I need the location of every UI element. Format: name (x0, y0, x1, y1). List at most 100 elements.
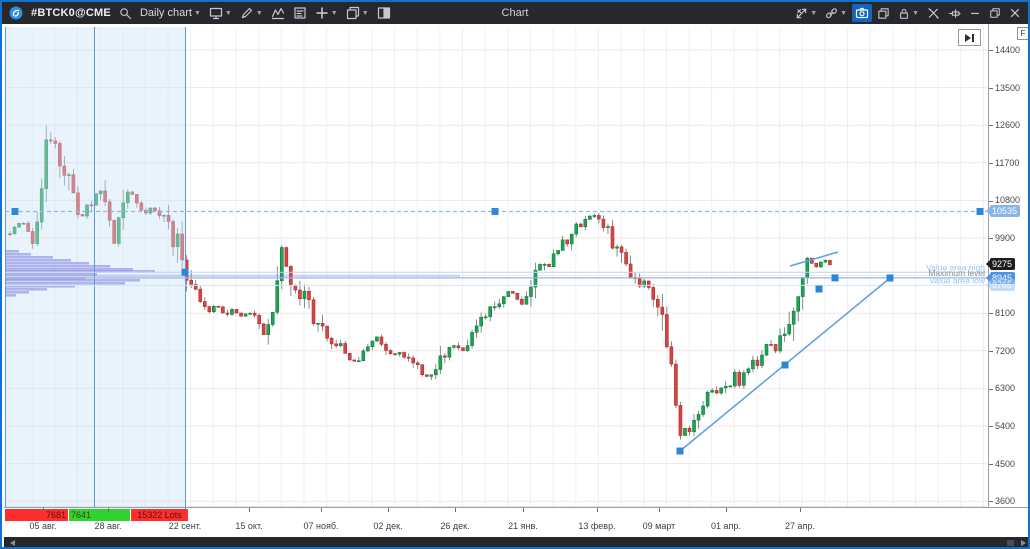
cluster-stats-bar: 7681764115322 Lots (5, 509, 189, 521)
maximum-level-handle[interactable] (832, 274, 839, 281)
pin-button[interactable] (945, 5, 964, 22)
clusters-icon[interactable] (290, 4, 310, 22)
clusters-icon (293, 6, 307, 20)
volume-profile-bar (5, 253, 31, 256)
camera-button[interactable] (852, 4, 872, 22)
price-tag-8765: 8765 (990, 279, 1015, 291)
cursor-cross-icon (795, 7, 808, 20)
close-button[interactable] (1006, 5, 1024, 21)
close-icon (1009, 7, 1021, 19)
volume-profile-bar (5, 282, 125, 285)
stats-segment: 15322 Lots (131, 509, 189, 521)
hline-handle[interactable] (12, 208, 19, 215)
price-tick-label: 8100 (989, 308, 1015, 318)
layout-icon[interactable]: ▼ (343, 4, 372, 22)
date-tick (388, 508, 389, 512)
date-label: 01 апр. (698, 521, 754, 531)
date-tick (659, 508, 660, 512)
chevron-down-icon: ▼ (256, 10, 263, 17)
date-label: 09 март (631, 521, 687, 531)
price-tick-label: 4500 (989, 459, 1015, 469)
panel-icon[interactable] (374, 4, 394, 22)
copy-icon (877, 7, 890, 20)
lock-icon (898, 7, 910, 20)
date-label: 13 февр. (569, 521, 625, 531)
price-tick-label: 9900 (989, 233, 1015, 243)
scroll-left-arrow-icon[interactable] (10, 540, 15, 546)
trendline-handle[interactable] (677, 448, 684, 455)
copy-button[interactable] (874, 5, 893, 22)
date-label: 27 апр. (772, 521, 828, 531)
volume-profile-bar (5, 256, 53, 259)
indicator-icon (271, 6, 285, 20)
time-axis[interactable]: 7681764115322 Lots 05 авг.28 авг.22 сент… (4, 507, 1030, 538)
volume-profile-bar (5, 288, 47, 291)
date-label: 26 дек. (427, 521, 483, 531)
date-tick (43, 508, 44, 512)
date-label: 21 янв. (495, 521, 551, 531)
tools-icon (927, 7, 940, 20)
restore-button[interactable] (986, 5, 1004, 21)
hline-handle[interactable] (977, 208, 984, 215)
link-button[interactable]: ▼ (822, 5, 850, 22)
timeframe-label: Daily chart (140, 7, 192, 19)
volume-profile-bar (5, 273, 97, 276)
minimize-button[interactable] (966, 5, 984, 21)
tools-button[interactable] (924, 5, 943, 22)
volume-profile-bar (5, 265, 110, 268)
date-tick (108, 508, 109, 512)
value-area-low-label: Value area low (929, 275, 985, 285)
scroll-right-arrow-icon[interactable] (1021, 540, 1026, 546)
scrollbar-thumb[interactable] (1007, 540, 1014, 546)
lock-button[interactable]: ▼ (895, 5, 922, 22)
date-label: 07 нояб. (293, 521, 349, 531)
go-to-latest-button[interactable] (958, 29, 981, 46)
cursor-cross-icon[interactable]: ▼ (792, 5, 820, 22)
stats-segment: 7681 (5, 509, 69, 521)
trendline-handle[interactable] (816, 286, 823, 293)
trendline-handle[interactable] (782, 362, 789, 369)
stats-segment: 7641 (69, 509, 131, 521)
chevron-down-icon: ▼ (225, 10, 232, 17)
date-label: 15 окт. (221, 521, 277, 531)
pencil-icon[interactable]: ▼ (237, 4, 266, 22)
hline-handle[interactable] (492, 208, 499, 215)
date-tick (597, 508, 598, 512)
chevron-down-icon: ▼ (912, 10, 919, 17)
titlebar: #BTCK0@CMEDaily chart▼▼▼▼▼ Chart ▼▼▼ (2, 2, 1028, 24)
date-tick (726, 508, 727, 512)
horizontal-scrollbar[interactable] (4, 537, 1030, 549)
chevron-down-icon: ▼ (810, 10, 817, 17)
date-tick (455, 508, 456, 512)
date-label: 05 авг. (15, 521, 71, 531)
plus-icon[interactable]: ▼ (312, 4, 341, 22)
trendline-handle[interactable] (887, 275, 894, 282)
logo-icon (9, 6, 23, 20)
price-tick-label: 11700 (989, 158, 1019, 168)
volume-profile-bar (5, 259, 71, 262)
instrument-symbol[interactable]: #BTCK0@CME (28, 5, 114, 21)
restore-icon (989, 7, 1001, 19)
price-axis[interactable]: F 14400135001260011700108009900900081007… (988, 24, 1030, 507)
volume-profile-bar (5, 294, 16, 297)
timeframe-selector[interactable]: Daily chart▼ (137, 5, 204, 21)
monitor-icon[interactable]: ▼ (206, 4, 235, 22)
play-icon (965, 34, 971, 42)
pencil-icon (240, 6, 254, 20)
logo-icon (6, 4, 26, 22)
value-area-handle[interactable] (182, 269, 189, 276)
axis-f-label: F (1017, 27, 1029, 40)
chart-window: #BTCK0@CMEDaily chart▼▼▼▼▼ Chart ▼▼▼ Val… (0, 0, 1030, 549)
indicator-icon[interactable] (268, 4, 288, 22)
search-icon[interactable] (116, 5, 135, 22)
volume-profile-bar (5, 291, 29, 294)
chart-plot[interactable]: Value area highMaximum levelValue area l… (4, 24, 988, 507)
date-tick (249, 508, 250, 512)
link-icon (825, 7, 838, 20)
price-tick-label: 7200 (989, 346, 1015, 356)
chevron-down-icon: ▼ (840, 10, 847, 17)
camera-icon (855, 6, 869, 20)
price-tick-label: 12600 (989, 120, 1020, 130)
price-tick-label: 10800 (989, 195, 1020, 205)
pin-icon (948, 7, 961, 20)
